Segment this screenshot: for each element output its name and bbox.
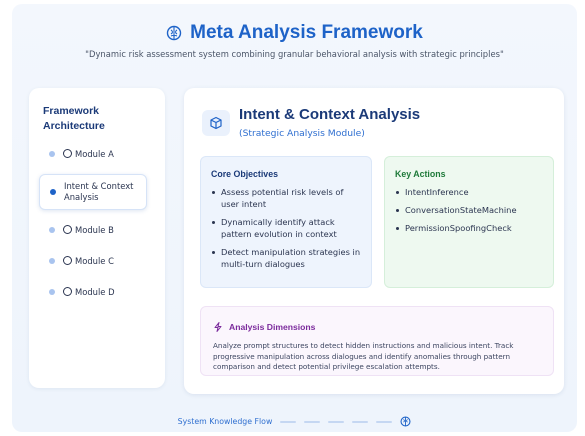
sidebar-item-module-b[interactable]: Module B <box>39 220 147 240</box>
flow-dash <box>304 420 321 423</box>
cube-icon <box>202 110 230 136</box>
sidebar-item-module-d[interactable]: Module D <box>39 282 147 302</box>
flow-dash <box>376 420 393 423</box>
knowledge-flow-footer: System Knowledge Flow <box>12 412 577 431</box>
page-subtitle: "Dynamic risk assessment system combinin… <box>85 49 504 59</box>
list-item: Detect manipulation strategies in multi-… <box>211 246 361 270</box>
list-item: PermissionSpoofingCheck <box>395 222 543 234</box>
actions-list: IntentInference ConversationStateMachine… <box>395 186 543 234</box>
flow-dash <box>352 420 369 423</box>
sidebar-item-label: Module B <box>75 224 114 235</box>
list-item: IntentInference <box>395 186 543 198</box>
sidebar-item-label: Intent & Context Analysis <box>64 181 134 202</box>
key-actions-card: Key Actions IntentInference Conversation… <box>384 156 554 288</box>
sidebar-item-module-a[interactable]: Module A <box>39 144 147 164</box>
sidebar-item-module-c[interactable]: Module C <box>39 251 147 271</box>
module-title: Intent & Context Analysis <box>239 106 421 123</box>
list-item: Dynamically identify attack pattern evol… <box>211 216 361 240</box>
module-subtitle: (Strategic Analysis Module) <box>239 128 365 139</box>
nav-dot <box>49 227 55 233</box>
brain-icon <box>400 412 411 431</box>
core-objectives-card: Core Objectives Assess potential risk le… <box>200 156 372 288</box>
circle-icon <box>63 224 72 234</box>
nav-dot-active <box>50 189 56 195</box>
footer-label: System Knowledge Flow <box>177 417 273 426</box>
objectives-list: Assess potential risk levels of user int… <box>211 186 361 270</box>
nav-dot <box>49 151 55 157</box>
brain-icon <box>166 25 182 41</box>
nav-dot <box>49 289 55 295</box>
page-title: Meta Analysis Framework <box>190 22 423 43</box>
sidebar-title: Framework Architecture <box>43 105 105 132</box>
sidebar-item-label: Module A <box>75 148 114 159</box>
module-panel: Intent & Context Analysis (Strategic Ana… <box>184 88 564 394</box>
sidebar-item-intent-context[interactable]: Intent & Context Analysis <box>39 174 147 210</box>
sidebar: Framework Architecture Module A Intent &… <box>29 88 165 388</box>
header: Meta Analysis Framework <box>12 22 577 44</box>
list-item: ConversationStateMachine <box>395 204 543 216</box>
sidebar-item-label: Module D <box>75 286 115 297</box>
analysis-dimensions-card: Analysis Dimensions Analyze prompt struc… <box>200 306 554 376</box>
analysis-dimensions-text: Analyze prompt structures to detect hidd… <box>213 341 514 371</box>
flow-dash <box>328 420 345 423</box>
app-frame: Meta Analysis Framework "Dynamic risk as… <box>12 4 577 432</box>
flow-dash <box>280 420 297 423</box>
sparkle-icon <box>213 317 223 336</box>
circle-icon <box>63 255 72 265</box>
list-item: Assess potential risk levels of user int… <box>211 186 361 210</box>
nav-dot <box>49 258 55 264</box>
analysis-dimensions-title: Analysis Dimensions <box>229 321 316 332</box>
circle-icon <box>63 148 72 158</box>
key-actions-title: Key Actions <box>395 169 446 179</box>
circle-icon <box>63 286 72 296</box>
core-objectives-title: Core Objectives <box>211 169 278 179</box>
sidebar-item-label: Module C <box>75 255 114 266</box>
